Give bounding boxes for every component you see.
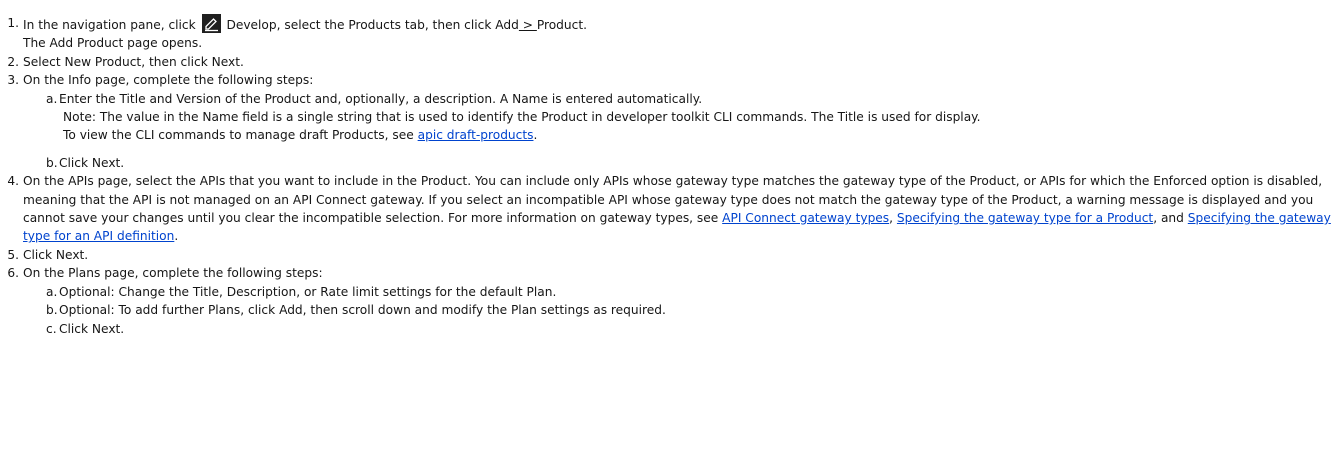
substep-letter: b. [46,155,58,170]
substep-letter: a. [46,284,58,299]
api-connect-gateway-types-link[interactable]: API Connect gateway types [722,211,889,225]
apic-draft-products-link[interactable]: apic draft-products [418,128,534,142]
step-text: Product. [536,18,587,32]
step-number: 1. [7,16,19,30]
substep-letter: b. [46,303,58,318]
gateway-type-product-link[interactable]: Specifying the gateway type for a Produc… [897,211,1153,225]
procedure-steps: 1. In the navigation pane, click Develop… [0,0,1341,338]
substep-letter: a. [46,91,58,106]
step-number: 2. [7,54,19,69]
chevron-separator: > [518,18,537,32]
substep-text: Optional: Change the Title, Description,… [59,284,557,299]
step-number: 6. [7,266,19,281]
step-number: 5. [7,247,19,262]
substep-text: Optional: To add further Plans, click Ad… [59,303,666,318]
step-number: 4. [7,174,19,189]
step-text: In the navigation pane, click [23,18,200,32]
substep-text: Click Next. [59,321,125,336]
substep-3a: a. Enter the Title and Version of the Pr… [46,90,1341,108]
step-text: Click Next. [23,247,89,262]
substep-6a: a. Optional: Change the Title, Descripti… [46,283,1341,301]
step-2: 2. Select New Product, then click Next. [2,53,1341,71]
step-6: 6. On the Plans page, complete the follo… [2,264,1341,282]
step-5: 5. Click Next. [2,246,1341,264]
note-cli-reference: To view the CLI commands to manage draft… [63,128,538,143]
note: Note: The value in the Name field is a s… [63,110,981,125]
substep-letter: c. [46,321,57,336]
step-4: 4. On the APIs page, select the APIs tha… [2,172,1341,246]
pencil-edit-icon [201,14,221,33]
step-3: 3. On the Info page, complete the follow… [2,71,1341,89]
step-1: 1. In the navigation pane, click Develop… [2,14,1341,53]
step-text: On the APIs page, select the APIs that y… [23,174,1331,244]
substep-6c: c. Click Next. [46,320,1341,338]
step-text: On the Info page, complete the following… [23,73,314,88]
substep-6b: b. Optional: To add further Plans, click… [46,301,1341,319]
substep-text: Click Next. [59,155,125,170]
substep-3b: b. Click Next. [46,154,1341,172]
substep-text: Enter the Title and Version of the Produ… [59,91,703,106]
step-number: 3. [7,73,19,88]
step-text: Develop, select the Products tab, then c… [222,18,519,32]
step-result: The Add Product page opens. [23,36,203,51]
step-text: On the Plans page, complete the followin… [23,266,323,281]
step-text: Select New Product, then click Next. [23,54,244,69]
